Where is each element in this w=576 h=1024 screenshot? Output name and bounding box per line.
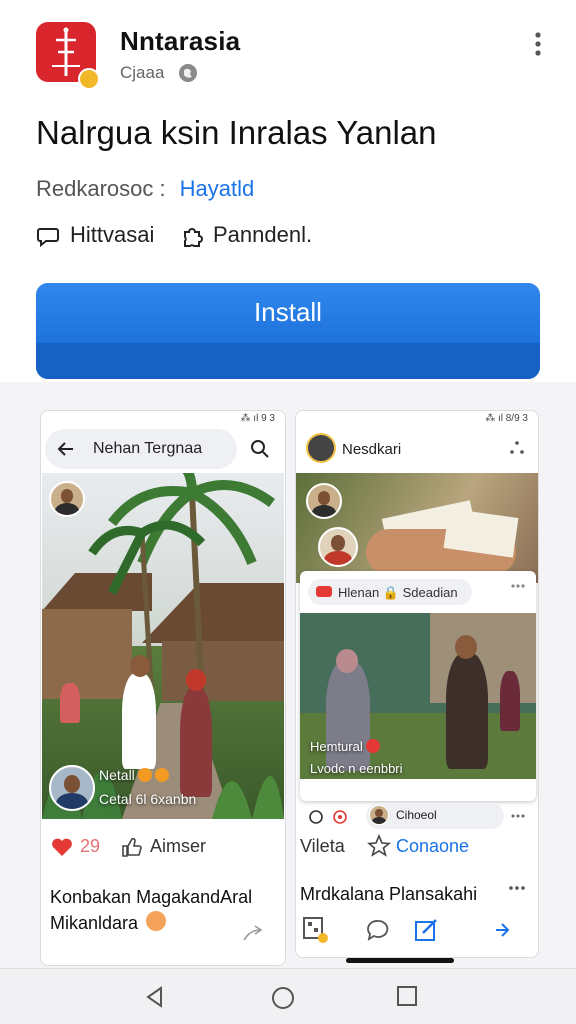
overlay-caption: Cetal 6l 6xanbn — [99, 791, 197, 807]
install-label: Install — [254, 297, 322, 327]
puzzle-icon — [184, 228, 203, 247]
overlay-title-text: Hemtural — [310, 739, 363, 754]
app-name: Nntarasia — [120, 26, 241, 56]
post-card[interactable]: Hlenan 🔒 Sdeadian Hemtural Lvodc n eenbb… — [300, 571, 536, 801]
reaction-count: 29 — [80, 836, 101, 856]
app-title: Nalrgua ksin Inralas Yanlan — [36, 114, 437, 151]
market-photo[interactable] — [300, 613, 536, 779]
reaction-chip[interactable]: Cihoeol — [366, 803, 504, 829]
screenshot-2[interactable]: ⁂ ıl 8/9 3 Nesdkari Hlenan 🔒 Sdeadian He… — [295, 410, 539, 958]
post-header: Nesdkari — [296, 429, 538, 475]
action-label-2[interactable]: Vileta — [300, 836, 345, 857]
avatar[interactable] — [306, 433, 336, 463]
back-arrow-icon[interactable] — [55, 438, 77, 460]
more-icon[interactable] — [510, 583, 526, 589]
home-indicator — [346, 958, 454, 963]
reaction-user: Cihoeol — [396, 808, 437, 822]
avatar[interactable] — [306, 483, 342, 519]
coin-icon — [365, 739, 380, 753]
action-label-3[interactable]: Conaone — [396, 836, 469, 857]
back-nav-icon[interactable] — [143, 985, 167, 1009]
comment-icon[interactable] — [120, 836, 142, 858]
globe-icon — [179, 64, 197, 82]
chevron-right-icon[interactable] — [492, 920, 512, 940]
coin-icon — [137, 768, 152, 782]
feature-label-1: Hittvasai — [70, 222, 155, 247]
document-photo[interactable] — [296, 473, 538, 583]
share-icon[interactable] — [242, 924, 264, 942]
emoji-icon — [146, 911, 167, 931]
overlay-name-text: Netall — [99, 767, 135, 783]
recommendation-row: Redkarosoc : Hayatld — [36, 176, 254, 202]
star-icon[interactable] — [367, 834, 391, 858]
verify-badge-icon — [78, 68, 100, 90]
qr-icon[interactable] — [302, 916, 328, 944]
developer-name[interactable]: Cjaaa — [120, 63, 164, 83]
avatar — [369, 805, 389, 825]
comment-icon[interactable] — [308, 809, 324, 825]
recommendation-link[interactable]: Hayatld — [180, 176, 255, 201]
channel-chip-label: Hlenan 🔒 Sdeadian — [338, 585, 458, 600]
search-icon[interactable] — [249, 438, 271, 460]
action-row: 29 Aimser Vileta Conaone — [0, 828, 576, 864]
heart-icon[interactable] — [50, 836, 74, 858]
install-button[interactable]: Install — [36, 283, 540, 379]
comment-icon[interactable] — [366, 918, 390, 942]
install-button-bottom — [36, 343, 540, 379]
video-icon — [316, 586, 332, 597]
more-icon[interactable] — [508, 439, 526, 457]
search-query: Nehan Tergnaa — [93, 440, 203, 457]
status-bar: ⁂ ıl 8/9 3 — [485, 413, 528, 424]
more-icon[interactable] — [510, 813, 526, 819]
feature-label-2: Panndenl. — [213, 222, 313, 247]
avatar[interactable] — [318, 527, 358, 567]
recommendation-label: Redkarosoc : — [36, 176, 166, 201]
coin-icon — [154, 768, 169, 782]
overlay-title: Hemtural — [310, 739, 380, 754]
search-bar[interactable]: Nehan Tergnaa — [45, 429, 237, 469]
avatar[interactable] — [49, 481, 85, 517]
system-nav-bar — [0, 968, 576, 1024]
channel-chip[interactable]: Hlenan 🔒 Sdeadian — [308, 579, 472, 605]
home-nav-icon[interactable] — [270, 985, 296, 1011]
more-vert-icon[interactable] — [528, 30, 548, 58]
more-icon[interactable] — [508, 884, 526, 892]
action-label-1[interactable]: Aimser — [150, 836, 206, 857]
avatar[interactable] — [49, 765, 95, 811]
app-header: Nntarasia Cjaaa — [0, 0, 576, 100]
record-icon[interactable] — [332, 809, 348, 825]
caption-2: Mrdkalana Plansakahi — [300, 884, 478, 904]
chat-bubble-icon — [37, 228, 59, 248]
poster-name: Nesdkari — [342, 441, 402, 458]
overlay-name: Netall — [99, 767, 169, 783]
overlay-subtitle: Lvodc n eenbbri — [310, 761, 403, 776]
recents-nav-icon[interactable] — [396, 985, 418, 1007]
screenshot-toolbar — [296, 908, 536, 952]
status-bar: ⁂ ıl 9 3 — [240, 413, 275, 424]
edit-icon[interactable] — [414, 918, 440, 942]
